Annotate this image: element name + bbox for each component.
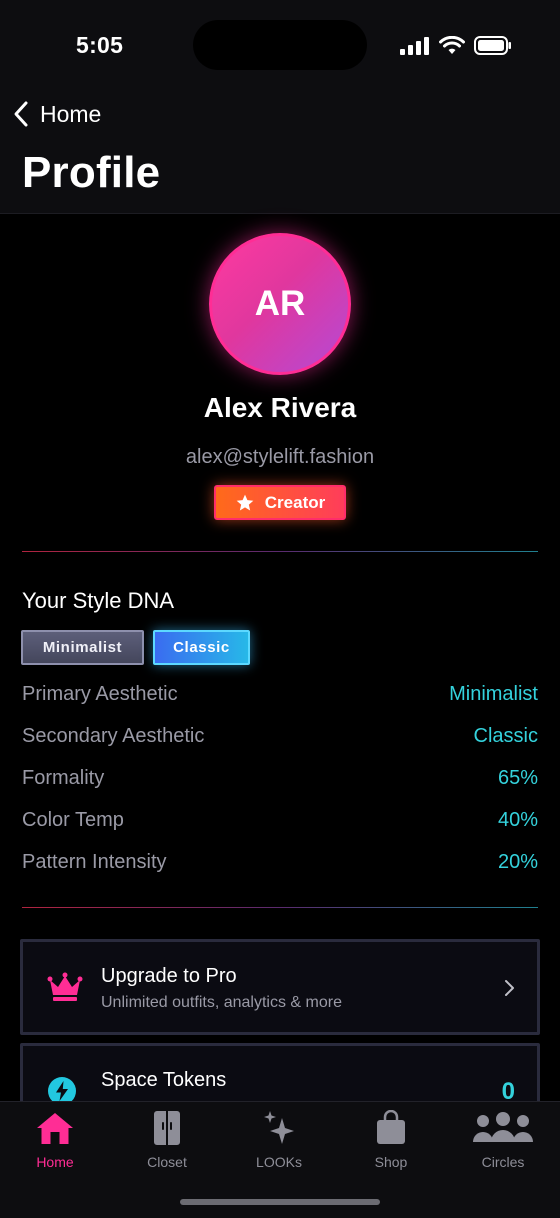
user-name: Alex Rivera bbox=[203, 392, 357, 423]
dna-value: Classic bbox=[473, 724, 538, 747]
chevron-right-icon bbox=[505, 980, 514, 996]
navigation-header: Home Profile bbox=[0, 90, 560, 214]
upgrade-pro-card[interactable]: Upgrade to Pro Unlimited outfits, analyt… bbox=[20, 939, 540, 1035]
dna-value: Minimalist bbox=[449, 682, 538, 705]
dna-row-secondary-aesthetic: Secondary Aesthetic Classic bbox=[22, 721, 538, 751]
cellular-signal-icon bbox=[400, 36, 429, 55]
dna-label: Formality bbox=[22, 766, 105, 789]
home-indicator bbox=[180, 1199, 380, 1205]
status-bar: 5:05 bbox=[0, 0, 560, 90]
dna-value: 65% bbox=[497, 766, 538, 789]
tab-circles[interactable]: Circles bbox=[453, 1110, 553, 1176]
dna-row-color-temp: Color Temp 40% bbox=[22, 805, 538, 835]
tab-bar: Home Closet LOOKs Shop Circles bbox=[0, 1101, 560, 1218]
dna-row-primary-aesthetic: Primary Aesthetic Minimalist bbox=[22, 679, 538, 709]
tab-looks[interactable]: LOOKs bbox=[229, 1110, 329, 1176]
dna-label: Secondary Aesthetic bbox=[22, 724, 205, 747]
section-title-style-dna: Your Style DNA bbox=[22, 588, 175, 613]
back-label: Home bbox=[40, 100, 102, 127]
wifi-icon bbox=[439, 36, 465, 54]
tab-label: Shop bbox=[374, 1154, 408, 1170]
badge-label: Creator bbox=[264, 492, 326, 512]
card-title: Upgrade to Pro bbox=[101, 965, 237, 987]
style-chip-minimalist: Minimalist bbox=[21, 630, 144, 665]
dna-value: 20% bbox=[497, 850, 538, 873]
style-chip-classic: Classic bbox=[153, 630, 250, 665]
back-button[interactable]: Home bbox=[12, 94, 101, 134]
closet-icon bbox=[154, 1111, 180, 1145]
dna-row-pattern-intensity: Pattern Intensity 20% bbox=[22, 847, 538, 877]
avatar: AR bbox=[209, 233, 351, 375]
avatar-initials: AR bbox=[254, 284, 306, 323]
dynamic-island bbox=[193, 20, 367, 70]
tab-label: Home bbox=[36, 1154, 74, 1170]
star-icon bbox=[236, 494, 254, 510]
tab-home[interactable]: Home bbox=[5, 1110, 105, 1176]
tab-label: LOOKs bbox=[256, 1154, 302, 1170]
dna-label: Primary Aesthetic bbox=[22, 682, 178, 705]
dna-label: Pattern Intensity bbox=[22, 850, 167, 873]
sparkles-icon bbox=[264, 1111, 294, 1144]
divider bbox=[22, 907, 538, 908]
crown-icon bbox=[47, 972, 83, 1001]
page-title: Profile bbox=[22, 148, 161, 197]
card-title: Space Tokens bbox=[101, 1069, 227, 1091]
card-subtitle: Unlimited outfits, analytics & more bbox=[101, 994, 342, 1011]
user-email: alex@stylelift.fashion bbox=[185, 446, 375, 468]
tab-label: Closet bbox=[147, 1154, 187, 1170]
dna-value: 40% bbox=[497, 808, 538, 831]
chevron-left-icon bbox=[14, 101, 28, 127]
battery-icon bbox=[474, 36, 511, 55]
status-time: 5:05 bbox=[76, 32, 124, 58]
tab-shop[interactable]: Shop bbox=[341, 1110, 441, 1176]
divider bbox=[22, 551, 538, 552]
home-icon bbox=[37, 1113, 73, 1144]
shopping-bag-icon bbox=[377, 1110, 405, 1144]
status-icons bbox=[400, 36, 512, 55]
dna-row-formality: Formality 65% bbox=[22, 763, 538, 793]
people-icon bbox=[473, 1112, 533, 1142]
dna-label: Color Temp bbox=[22, 808, 124, 831]
creator-badge: Creator bbox=[214, 485, 346, 520]
tab-closet[interactable]: Closet bbox=[117, 1110, 217, 1176]
tab-label: Circles bbox=[481, 1154, 525, 1170]
